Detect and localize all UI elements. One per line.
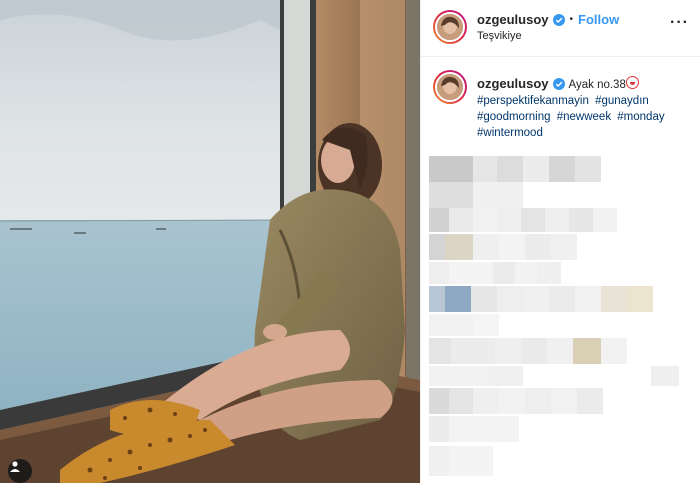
follow-button[interactable]: Follow	[578, 12, 619, 27]
separator-dot: •	[569, 14, 574, 25]
caption-text: ozgeulusoy Ayak no.38 #perspektifekanmay…	[477, 76, 692, 141]
verified-badge-icon	[552, 13, 565, 26]
clown-face-icon	[625, 76, 639, 89]
location-link[interactable]: Teşvikiye	[477, 30, 522, 42]
post-header: ozgeulusoy • Follow Teşvikiye ···	[421, 0, 700, 57]
hashtag-link[interactable]: #gunaydın	[595, 95, 649, 107]
hashtag-link[interactable]: #newweek	[557, 111, 611, 123]
post-side-panel: ozgeulusoy • Follow Teşvikiye ··· ozgeul…	[420, 0, 700, 483]
pixelation-mosaic	[429, 156, 679, 476]
avatar-image	[435, 12, 465, 42]
hashtag-link[interactable]: #goodmorning	[477, 111, 551, 123]
hashtag-list: #perspektifekanmayin #gunaydın #goodmorn…	[477, 93, 692, 141]
hashtag-link[interactable]: #perspektifekanmayin	[477, 95, 589, 107]
username-link[interactable]: ozgeulusoy	[477, 12, 549, 27]
avatar[interactable]	[433, 10, 467, 44]
hashtag-link[interactable]: #wintermood	[477, 127, 543, 139]
caption-body: Ayak no.38	[568, 79, 626, 91]
header-line: ozgeulusoy • Follow	[477, 12, 619, 27]
hashtag-link[interactable]: #monday	[617, 111, 664, 123]
caption-avatar-image	[435, 72, 465, 102]
photo-illustration	[0, 0, 420, 483]
verified-badge-icon	[552, 78, 565, 90]
caption-avatar[interactable]	[433, 70, 467, 104]
tag-button[interactable]	[8, 459, 32, 483]
blurred-comments	[421, 150, 700, 483]
more-options-icon[interactable]: ···	[670, 14, 689, 32]
post-photo[interactable]	[0, 0, 420, 483]
caption-username-link[interactable]: ozgeulusoy	[477, 76, 549, 91]
user-tag-icon	[10, 461, 20, 472]
